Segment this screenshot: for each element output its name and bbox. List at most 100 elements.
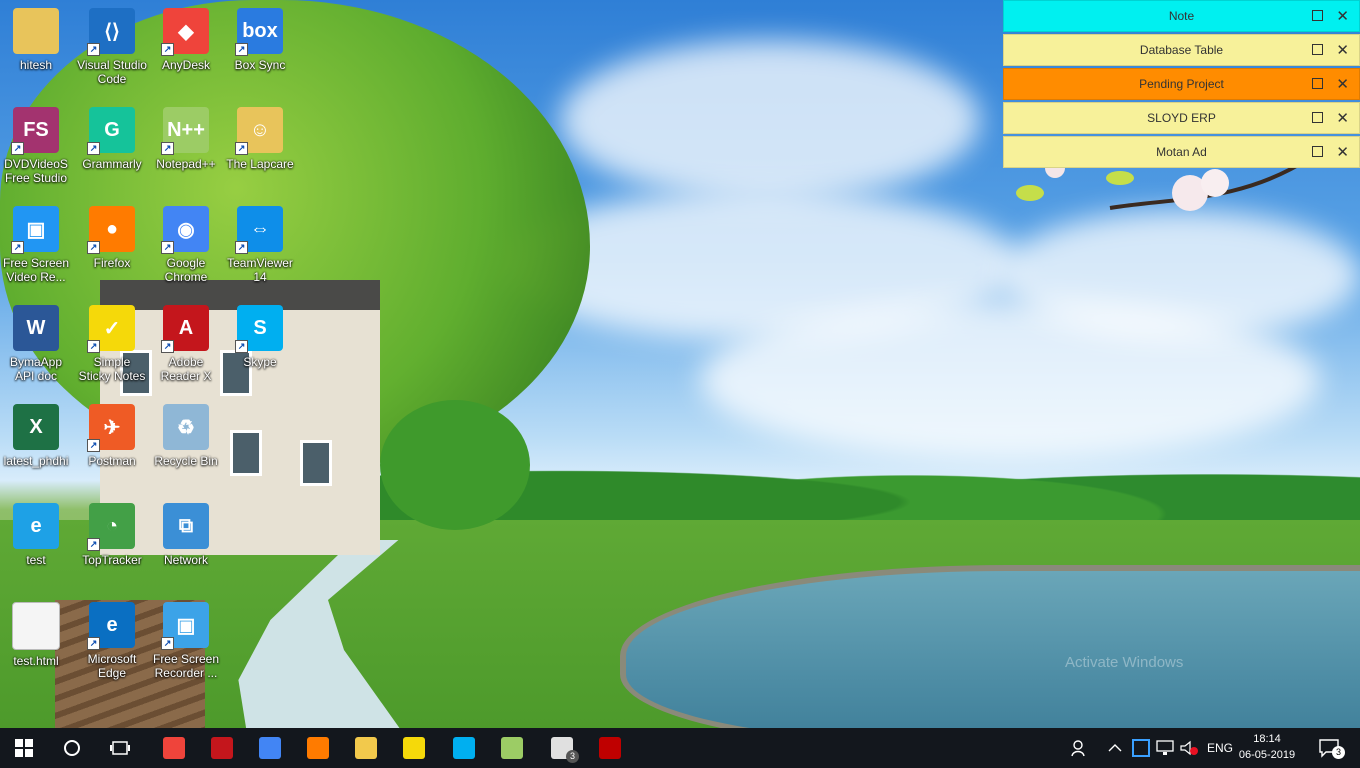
anydesk-icon: ◆ ↗ xyxy=(161,8,209,56)
desktop-icon-firefox[interactable]: ● ↗ Firefox xyxy=(76,206,148,270)
sticky-note-1[interactable]: Database Table ✕ xyxy=(1003,34,1360,66)
adobe-reader-icon: A ↗ xyxy=(161,305,209,353)
show-hidden-icons-chevron-icon[interactable] xyxy=(1108,728,1122,768)
shortcut-arrow-icon: ↗ xyxy=(235,142,248,155)
adobe-reader-icon xyxy=(211,737,233,759)
network-status-icon[interactable] xyxy=(1156,728,1174,768)
skype-icon xyxy=(453,737,475,759)
sticky-note-0[interactable]: Note ✕ xyxy=(1003,0,1360,32)
desktop-icon-label: Skype xyxy=(243,355,277,369)
desktop-icon-word-doc[interactable]: W BymaApp API doc xyxy=(0,305,72,383)
chrome-icon xyxy=(259,737,281,759)
taskbar-app-notepadpp[interactable] xyxy=(488,728,536,768)
app-tray-icon[interactable] xyxy=(1132,728,1150,768)
desktop-icon-teamviewer[interactable]: ⇔ ↗ TeamViewer 14 xyxy=(224,206,296,284)
desktop-icon-vscode[interactable]: ⟨⟩ ↗ Visual Studio Code xyxy=(76,8,148,86)
shortcut-arrow-icon: ↗ xyxy=(87,538,100,551)
desktop-icon-grammarly[interactable]: G ↗ Grammarly xyxy=(76,107,148,171)
close-icon[interactable]: ✕ xyxy=(1336,7,1349,25)
sticky-note-title: SLOYD ERP xyxy=(1147,111,1216,125)
close-icon[interactable]: ✕ xyxy=(1336,143,1349,161)
desktop-icon-box-sync[interactable]: box ↗ Box Sync xyxy=(224,8,296,72)
word-doc-icon: W xyxy=(13,305,59,351)
edge-icon: e ↗ xyxy=(87,602,135,650)
desktop-icon-label: hitesh xyxy=(19,58,53,72)
desktop-icon-screen-recorder[interactable]: ▣ ↗ Free Screen Recorder ... xyxy=(150,602,222,680)
desktop-icon-label: Google Chrome xyxy=(164,256,208,284)
desktop-icon-folder[interactable]: hitesh xyxy=(0,8,72,72)
notification-badge: 3 xyxy=(1332,746,1345,759)
desktop-icon-network[interactable]: ⧉ Network xyxy=(150,503,222,567)
shortcut-arrow-icon: ↗ xyxy=(161,43,174,56)
volume-muted-icon[interactable] xyxy=(1180,728,1198,768)
desktop-icon-dvdvideosoft[interactable]: FS ↗ DVDVideoS Free Studio xyxy=(0,107,72,185)
desktop-icon-label: Box Sync xyxy=(234,58,286,72)
maximize-icon[interactable] xyxy=(1312,112,1323,123)
folder-icon xyxy=(13,8,59,54)
screen-recorder-icon: ▣ ↗ xyxy=(161,602,209,650)
language-indicator[interactable]: ENG xyxy=(1207,728,1233,768)
desktop-icon-anydesk[interactable]: ◆ ↗ AnyDesk xyxy=(150,8,222,72)
desktop-icon-screen-recorder[interactable]: ▣ ↗ Free Screen Video Re... xyxy=(0,206,72,284)
taskbar-app-mail[interactable]: 3 xyxy=(538,728,586,768)
taskbar-app-sticky-notes[interactable] xyxy=(390,728,438,768)
taskbar-app-file-explorer[interactable] xyxy=(342,728,390,768)
start-button[interactable] xyxy=(0,728,48,768)
desktop-icon-toptracker[interactable]: ◔ ↗ TopTracker xyxy=(76,503,148,567)
task-view-icon xyxy=(110,741,130,755)
sticky-note-title: Note xyxy=(1168,9,1195,23)
desktop-icon-excel-doc[interactable]: Xlatest_phdhi xyxy=(0,404,72,468)
maximize-icon[interactable] xyxy=(1312,78,1323,89)
desktop-icon-label: Recycle Bin xyxy=(154,454,218,468)
shortcut-arrow-icon: ↗ xyxy=(87,43,100,56)
desktop-icon-label: Visual Studio Code xyxy=(77,58,147,86)
desktop-icon-postman[interactable]: ✈ ↗ Postman xyxy=(76,404,148,468)
sticky-note-3[interactable]: SLOYD ERP ✕ xyxy=(1003,102,1360,134)
sticky-note-title: Motan Ad xyxy=(1156,145,1207,159)
desktop-icon-edge[interactable]: e ↗ Microsoft Edge xyxy=(76,602,148,680)
notepadpp-icon: N++ ↗ xyxy=(161,107,209,155)
desktop-icon-internet-explorer[interactable]: e test xyxy=(0,503,72,567)
desktop-icon-label: latest_phdhi xyxy=(3,454,69,468)
maximize-icon[interactable] xyxy=(1312,10,1323,21)
maximize-icon[interactable] xyxy=(1312,146,1323,157)
sticky-note-4[interactable]: Motan Ad ✕ xyxy=(1003,136,1360,168)
taskbar-app-firefox[interactable] xyxy=(294,728,342,768)
task-view-button[interactable] xyxy=(96,728,144,768)
action-center-button[interactable]: 3 xyxy=(1318,728,1345,768)
desktop-icon-adobe-reader[interactable]: A ↗ Adobe Reader X xyxy=(150,305,222,383)
desktop-icon-label: Microsoft Edge xyxy=(87,652,137,680)
desktop-icon-recycle-bin[interactable]: ♻ Recycle Bin xyxy=(150,404,222,468)
search-button[interactable] xyxy=(48,728,96,768)
desktop-icon-skype[interactable]: S ↗ Skype xyxy=(224,305,296,369)
taskbar-app-chrome[interactable] xyxy=(246,728,294,768)
taskbar-app-adobe-reader[interactable] xyxy=(198,728,246,768)
taskbar-app-anydesk[interactable] xyxy=(150,728,198,768)
desktop-icon-folder-user[interactable]: ☺ ↗ The Lapcare xyxy=(224,107,296,171)
desktop-icon-blank-file[interactable]: test.html xyxy=(0,602,72,668)
maximize-icon[interactable] xyxy=(1312,44,1323,55)
shortcut-arrow-icon: ↗ xyxy=(161,142,174,155)
desktop-icon-label: Firefox xyxy=(93,256,131,270)
taskbar-app-filezilla[interactable] xyxy=(586,728,634,768)
internet-explorer-icon: e xyxy=(13,503,59,549)
close-icon[interactable]: ✕ xyxy=(1336,41,1349,59)
desktop-icon-chrome[interactable]: ◉ ↗ Google Chrome xyxy=(150,206,222,284)
shortcut-arrow-icon: ↗ xyxy=(87,241,100,254)
desktop-icon-notepadpp[interactable]: N++ ↗ Notepad++ xyxy=(150,107,222,171)
excel-doc-icon: X xyxy=(13,404,59,450)
shortcut-arrow-icon: ↗ xyxy=(235,43,248,56)
close-icon[interactable]: ✕ xyxy=(1336,109,1349,127)
clock[interactable]: 18:14 06-05-2019 xyxy=(1238,731,1296,763)
sticky-note-2[interactable]: Pending Project ✕ xyxy=(1003,68,1360,100)
taskbar: 3 ENG 18:14 06-05-2019 3 xyxy=(0,728,1360,768)
desktop-icon-sticky-notes[interactable]: ✓ ↗ Simple Sticky Notes xyxy=(76,305,148,383)
close-icon[interactable]: ✕ xyxy=(1336,75,1349,93)
notepadpp-icon xyxy=(501,737,523,759)
taskbar-app-skype[interactable] xyxy=(440,728,488,768)
grammarly-icon: G ↗ xyxy=(87,107,135,155)
people-icon[interactable] xyxy=(1070,728,1090,768)
chrome-icon: ◉ ↗ xyxy=(161,206,209,254)
desktop-icon-label: TopTracker xyxy=(82,553,142,567)
filezilla-icon xyxy=(599,737,621,759)
